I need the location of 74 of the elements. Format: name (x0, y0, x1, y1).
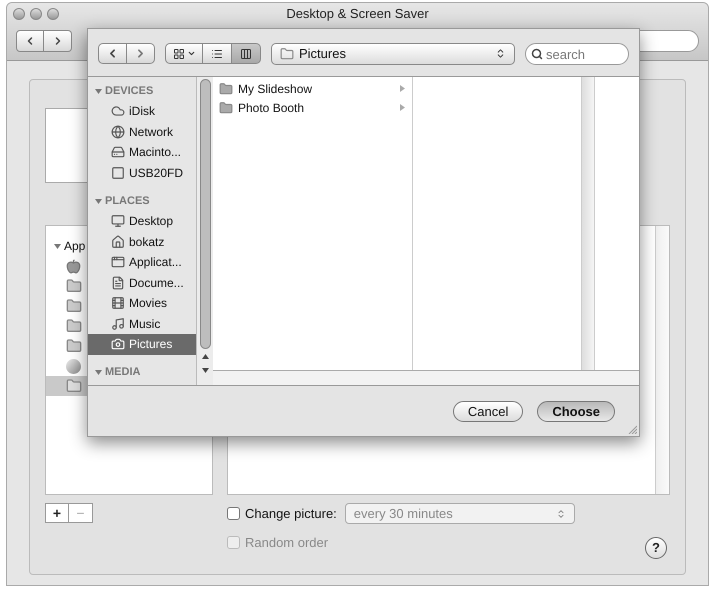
globe-icon (111, 124, 125, 139)
sidebar-item[interactable]: Pictures (88, 334, 196, 354)
monitor-icon (111, 214, 125, 228)
dialog-button[interactable]: Choose (537, 400, 615, 422)
scroll-down-arrow-icon (202, 366, 208, 374)
checkbox-label: Random order (245, 534, 328, 552)
window-title: Desktop & Screen Saver (286, 5, 429, 24)
folder-row[interactable]: Photo Booth (213, 98, 412, 117)
window-control-button[interactable] (30, 8, 42, 20)
disclosure-triangle-icon[interactable] (95, 198, 102, 204)
help-button[interactable]: ? (645, 537, 667, 559)
drive-icon (111, 166, 125, 180)
film-icon (111, 296, 125, 310)
disclosure-triangle-icon[interactable] (95, 88, 102, 94)
add-button[interactable]: + (45, 503, 69, 523)
caret-icon (186, 49, 196, 58)
camera-icon (111, 337, 125, 352)
house-icon (111, 234, 125, 249)
sidebar-item[interactable]: Network (88, 122, 196, 142)
folder-icon (66, 338, 82, 354)
sidebar-item[interactable]: Docume... (88, 272, 196, 293)
back-button[interactable] (16, 30, 44, 52)
folder-icon (280, 46, 294, 60)
folder-icon (219, 100, 233, 114)
checkbox[interactable] (227, 507, 240, 520)
forward-button[interactable] (127, 43, 155, 64)
disclosure-triangle-icon[interactable] (95, 369, 102, 376)
apple-icon (66, 258, 81, 274)
cloud-icon (111, 104, 125, 118)
folder-icon (66, 318, 82, 334)
hard-drive-icon (111, 145, 125, 160)
horizontal-scrollbar[interactable] (213, 370, 639, 385)
folder-icon (66, 298, 82, 314)
list-header: App (64, 238, 86, 255)
music-note-icon (111, 316, 125, 331)
path-popup[interactable]: Pictures (271, 42, 515, 64)
checkbox-label: Change picture: (245, 504, 337, 523)
app-window-icon (111, 255, 125, 270)
search-field[interactable]: search (525, 43, 629, 65)
expand-arrow-icon (399, 85, 406, 92)
scrollbar[interactable] (196, 77, 213, 385)
document-icon (111, 276, 125, 290)
forward-button[interactable] (44, 30, 72, 52)
expand-arrow-icon (399, 104, 406, 111)
sidebar-heading: DEVICES (105, 84, 154, 99)
resize-grip-icon[interactable] (627, 424, 637, 434)
window-control-button[interactable] (13, 8, 25, 20)
folder-row[interactable]: My Slideshow (213, 79, 412, 98)
sidebar-item[interactable]: Movies (88, 293, 196, 314)
sidebar-heading: PLACES (105, 194, 150, 209)
window-control-button[interactable] (47, 8, 59, 20)
sidebar-item[interactable]: bokatz (88, 232, 196, 252)
up-down-arrows-icon (556, 508, 566, 518)
sidebar-heading: MEDIA (105, 365, 140, 380)
dialog-button[interactable]: Cancel (452, 400, 524, 422)
back-button[interactable] (98, 43, 127, 64)
folder-icon (66, 278, 82, 294)
search-icon (531, 48, 543, 60)
sidebar-item[interactable]: iDisk (88, 101, 196, 122)
sidebar-item[interactable]: Music (88, 314, 196, 334)
folder-icon (66, 378, 82, 394)
grid-view-icon (172, 48, 184, 60)
sidebar-item[interactable]: Desktop (88, 211, 196, 232)
sidebar-item[interactable]: Applicat... (88, 252, 196, 272)
view-mode-button[interactable] (203, 43, 232, 64)
disclosure-triangle-icon[interactable] (54, 242, 61, 250)
view-mode-button[interactable] (232, 43, 261, 64)
sidebar-item[interactable]: Macinto... (88, 142, 196, 162)
view-mode-button[interactable] (165, 43, 203, 64)
up-down-arrows-icon (495, 48, 506, 59)
scroll-up-arrow-icon (202, 352, 208, 360)
sidebar-item[interactable]: USB20FD (88, 162, 196, 183)
folder-icon (219, 82, 233, 96)
column-view-icon (240, 48, 252, 60)
